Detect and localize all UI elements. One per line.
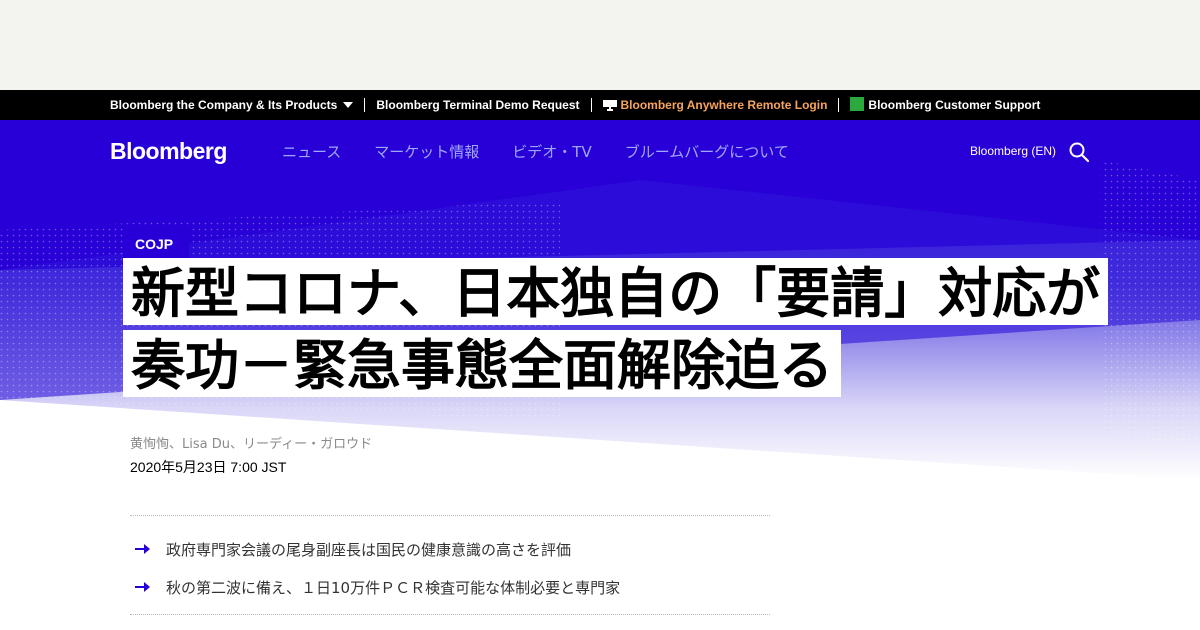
nav-item-markets[interactable]: マーケット情報 [374, 141, 479, 162]
customer-support-link[interactable]: Bloomberg Customer Support [850, 97, 1041, 112]
search-icon[interactable] [1068, 141, 1090, 163]
arrow-right-icon [135, 582, 150, 592]
category-label: COJP [135, 236, 174, 252]
ad-banner-area [0, 0, 1200, 90]
chevron-down-icon [343, 102, 354, 108]
divider [130, 614, 770, 615]
main-nav: ニュース マーケット情報 ビデオ・TV ブルームバーグについて [282, 141, 822, 162]
article-date: 2020年5月23日 7:00 JST [130, 459, 287, 475]
summary-text: 秋の第二波に備え、１日10万件ＰＣＲ検査可能な体制必要と専門家 [166, 578, 621, 597]
divider [590, 98, 592, 112]
summary-text: 政府専門家会議の尾身副座長は国民の健康意識の高さを評価 [166, 540, 572, 559]
headline-text: 新型コロナ、日本独自の「要請」対応が奏功－緊急事態全面解除迫る [123, 258, 1109, 397]
customer-support-label: Bloomberg Customer Support [868, 98, 1041, 112]
nav-item-news[interactable]: ニュース [282, 141, 341, 162]
arrow-right-icon [135, 544, 150, 554]
monitor-icon [602, 100, 617, 111]
list-item: 秋の第二波に備え、１日10万件ＰＣＲ検査可能な体制必要と専門家 [130, 568, 770, 606]
nav-item-about[interactable]: ブルームバーグについて [625, 141, 789, 162]
company-products-label: Bloomberg the Company & Its Products [110, 98, 338, 112]
summary-list: 政府専門家会議の尾身副座長は国民の健康意識の高さを評価 秋の第二波に備え、１日1… [130, 530, 770, 606]
language-switch-link[interactable]: Bloomberg (EN) [970, 144, 1056, 158]
divider [130, 515, 770, 516]
terminal-demo-link[interactable]: Bloomberg Terminal Demo Request [376, 98, 579, 112]
bloomberg-logo[interactable]: Bloomberg [110, 138, 227, 165]
nav-item-video-tv[interactable]: ビデオ・TV [512, 141, 591, 162]
divider [838, 98, 840, 112]
help-icon [850, 97, 865, 111]
category-badge[interactable]: COJP [123, 228, 189, 258]
divider [364, 98, 366, 112]
anywhere-login-link[interactable]: Bloomberg Anywhere Remote Login [602, 98, 828, 112]
anywhere-login-label: Bloomberg Anywhere Remote Login [620, 98, 828, 112]
list-item: 政府専門家会議の尾身副座長は国民の健康意識の高さを評価 [130, 530, 770, 568]
terminal-demo-label: Bloomberg Terminal Demo Request [376, 98, 580, 112]
article-byline: 黄恂恂、Lisa Du、リーディー・ガロウド [130, 437, 373, 452]
company-products-menu[interactable]: Bloomberg the Company & Its Products [110, 98, 354, 112]
article-headline: 新型コロナ、日本独自の「要請」対応が奏功－緊急事態全面解除迫る [123, 258, 1113, 402]
top-utility-bar: Bloomberg the Company & Its Products Blo… [0, 90, 1200, 120]
